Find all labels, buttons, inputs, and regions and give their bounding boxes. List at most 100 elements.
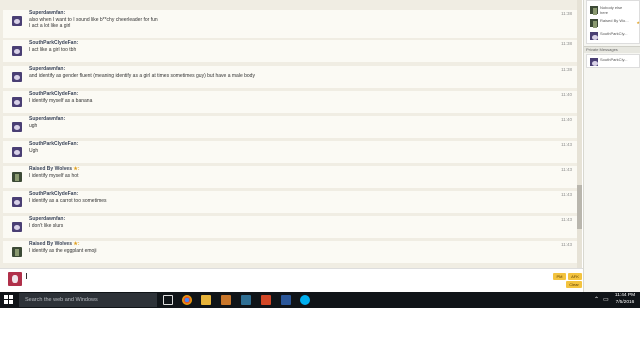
chrome-icon[interactable] xyxy=(182,295,192,305)
sidebar-user-label: SouthParkCly... xyxy=(600,31,628,36)
user-sidebar: Nobody else here Raised By Wo... ★ SouthPar… xyxy=(583,0,640,292)
chat-frame: Superdawnfan: also when I want to I sound… xyxy=(0,0,582,268)
message-timestamp: 11:43 xyxy=(561,217,572,222)
username-text[interactable]: Raised By Wolves xyxy=(29,241,72,247)
sidebar-user-label: Raised By Wo... xyxy=(600,18,629,23)
message-input[interactable] xyxy=(24,271,552,280)
message-timestamp: 11:38 xyxy=(561,67,572,72)
powerpoint-icon[interactable] xyxy=(261,295,271,305)
message-text: I act a lot like a girl xyxy=(29,23,71,29)
chat-message: SouthParkClydeFan: I identify as a carrot… xyxy=(3,191,577,213)
windows-start-icon[interactable] xyxy=(4,295,14,305)
user-avatar xyxy=(590,58,598,66)
windows-taskbar: Search the web and Windows xyxy=(0,292,640,308)
tray-notification-icon[interactable]: ▭ xyxy=(603,297,609,304)
task-view-icon[interactable] xyxy=(163,295,173,305)
chat-scrollbar[interactable] xyxy=(577,0,582,268)
media-icon[interactable] xyxy=(221,295,231,305)
sidebar-user[interactable]: Nobody else here xyxy=(590,5,640,15)
message-username[interactable]: SouthParkClydeFan: xyxy=(29,141,78,147)
username-text[interactable]: SouthParkClydeFan: xyxy=(29,141,78,147)
private-message-label: SouthParkCly... xyxy=(600,57,628,62)
user-avatar xyxy=(590,19,598,28)
user-avatar[interactable] xyxy=(12,97,22,107)
message-username[interactable]: Superdawnfan: xyxy=(29,116,65,122)
username-text[interactable]: SouthParkClydeFan: xyxy=(29,40,78,46)
chat-message: SouthParkClydeFan: I identify myself as a… xyxy=(3,91,577,113)
tray-chevron-icon[interactable]: ⌃ xyxy=(594,297,599,304)
user-avatar xyxy=(590,32,598,40)
message-username[interactable]: Superdawnfan: xyxy=(29,216,65,222)
file-explorer-icon[interactable] xyxy=(201,295,211,305)
message-username[interactable]: SouthParkClydeFan: xyxy=(29,40,78,46)
message-username[interactable]: SouthParkClydeFan: xyxy=(29,191,78,197)
message-text: I identify myself as hot xyxy=(29,173,79,179)
username-text[interactable]: Superdawnfan: xyxy=(29,116,65,122)
photo-icon[interactable] xyxy=(241,295,251,305)
message-username[interactable]: Raised By Wolves ★: xyxy=(29,241,80,247)
user-avatar[interactable] xyxy=(12,122,22,132)
username-text[interactable]: Superdawnfan: xyxy=(29,66,65,72)
message-text: I identify as the eggplant emoji xyxy=(29,248,97,254)
private-messages-header: Private Messages xyxy=(584,46,640,53)
private-messages-list: SouthParkCly... xyxy=(586,54,640,68)
screen: Superdawnfan: also when I want to I sound… xyxy=(0,0,640,360)
user-avatar[interactable] xyxy=(12,46,22,56)
user-avatar[interactable] xyxy=(12,222,22,232)
chat-message: SouthParkClydeFan: Ugh 11:43 xyxy=(3,141,577,163)
user-avatar[interactable] xyxy=(12,172,22,182)
text-caret xyxy=(26,273,27,279)
user-avatar[interactable] xyxy=(12,197,22,207)
message-text: I identify as a carrot too sometimes xyxy=(29,198,107,204)
online-users-list: Nobody else here Raised By Wo... ★ SouthPar… xyxy=(586,0,640,44)
taskbar-search-box[interactable]: Search the web and Windows xyxy=(19,293,157,307)
pm-button[interactable]: PM xyxy=(553,273,566,280)
skype-icon[interactable] xyxy=(300,295,310,305)
username-text[interactable]: Raised By Wolves xyxy=(29,166,72,172)
chat-message: SouthParkClydeFan: I act like a girl too … xyxy=(3,40,577,62)
user-avatar[interactable] xyxy=(12,147,22,157)
chat-message: Superdawnfan: also when I want to I sound… xyxy=(3,10,577,38)
message-username[interactable]: Raised By Wolves ★: xyxy=(29,166,80,172)
chat-message: Superdawnfan: I don't like slurs 11:43 xyxy=(3,216,577,238)
user-avatar xyxy=(590,6,598,15)
message-timestamp: 11:43 xyxy=(561,142,572,147)
chat-message: Raised By Wolves ★: I identify myself as … xyxy=(3,166,577,188)
star-badge-icon: ★ xyxy=(636,20,640,25)
clear-button[interactable]: Clear xyxy=(566,281,582,288)
sidebar-user[interactable]: SouthParkCly... xyxy=(590,31,640,41)
chat-message: Superdawnfan: ugh 11:40 xyxy=(3,116,577,138)
message-text: I identify myself as a banana xyxy=(29,98,93,104)
username-text[interactable]: SouthParkClydeFan: xyxy=(29,191,78,197)
message-username[interactable]: SouthParkClydeFan: xyxy=(29,91,78,97)
message-text: Ugh xyxy=(29,148,39,154)
message-timestamp: 11:40 xyxy=(561,117,572,122)
message-username[interactable]: Superdawnfan: xyxy=(29,10,65,16)
username-text[interactable]: Superdawnfan: xyxy=(29,10,65,16)
message-username[interactable]: Superdawnfan: xyxy=(29,66,65,72)
search-placeholder: Search the web and Windows xyxy=(25,297,98,303)
message-timestamp: 11:38 xyxy=(561,41,572,46)
sidebar-user[interactable]: Raised By Wo... ★ xyxy=(590,18,640,28)
username-text[interactable]: SouthParkClydeFan: xyxy=(29,91,78,97)
user-avatar[interactable] xyxy=(12,16,22,26)
message-text: and identify as gender fluent (meaning i… xyxy=(29,73,255,79)
private-message-item[interactable]: SouthParkCly... xyxy=(590,57,640,67)
chat-message: Raised By Wolves ★: I identify as the egg… xyxy=(3,241,577,263)
star-badge-icon: ★: xyxy=(73,166,80,172)
self-avatar[interactable] xyxy=(8,272,22,286)
user-avatar[interactable] xyxy=(12,247,22,257)
word-icon[interactable] xyxy=(281,295,291,305)
message-timestamp: 11:43 xyxy=(561,167,572,172)
message-text: I act like a girl too tbh xyxy=(29,47,77,53)
scrollbar-thumb[interactable] xyxy=(577,185,582,229)
user-avatar[interactable] xyxy=(12,72,22,82)
message-text: I don't like slurs xyxy=(29,223,64,229)
chat-message: Superdawnfan: and identify as gender flue… xyxy=(3,66,577,88)
sidebar-user-label: Nobody else here xyxy=(600,5,623,15)
message-timestamp: 11:43 xyxy=(561,242,572,247)
afk-button[interactable]: AFK xyxy=(568,273,582,280)
clock-date[interactable]: 7/5/2016 xyxy=(612,300,638,306)
clock-time[interactable]: 11:44 PM xyxy=(612,293,638,299)
username-text[interactable]: Superdawnfan: xyxy=(29,216,65,222)
